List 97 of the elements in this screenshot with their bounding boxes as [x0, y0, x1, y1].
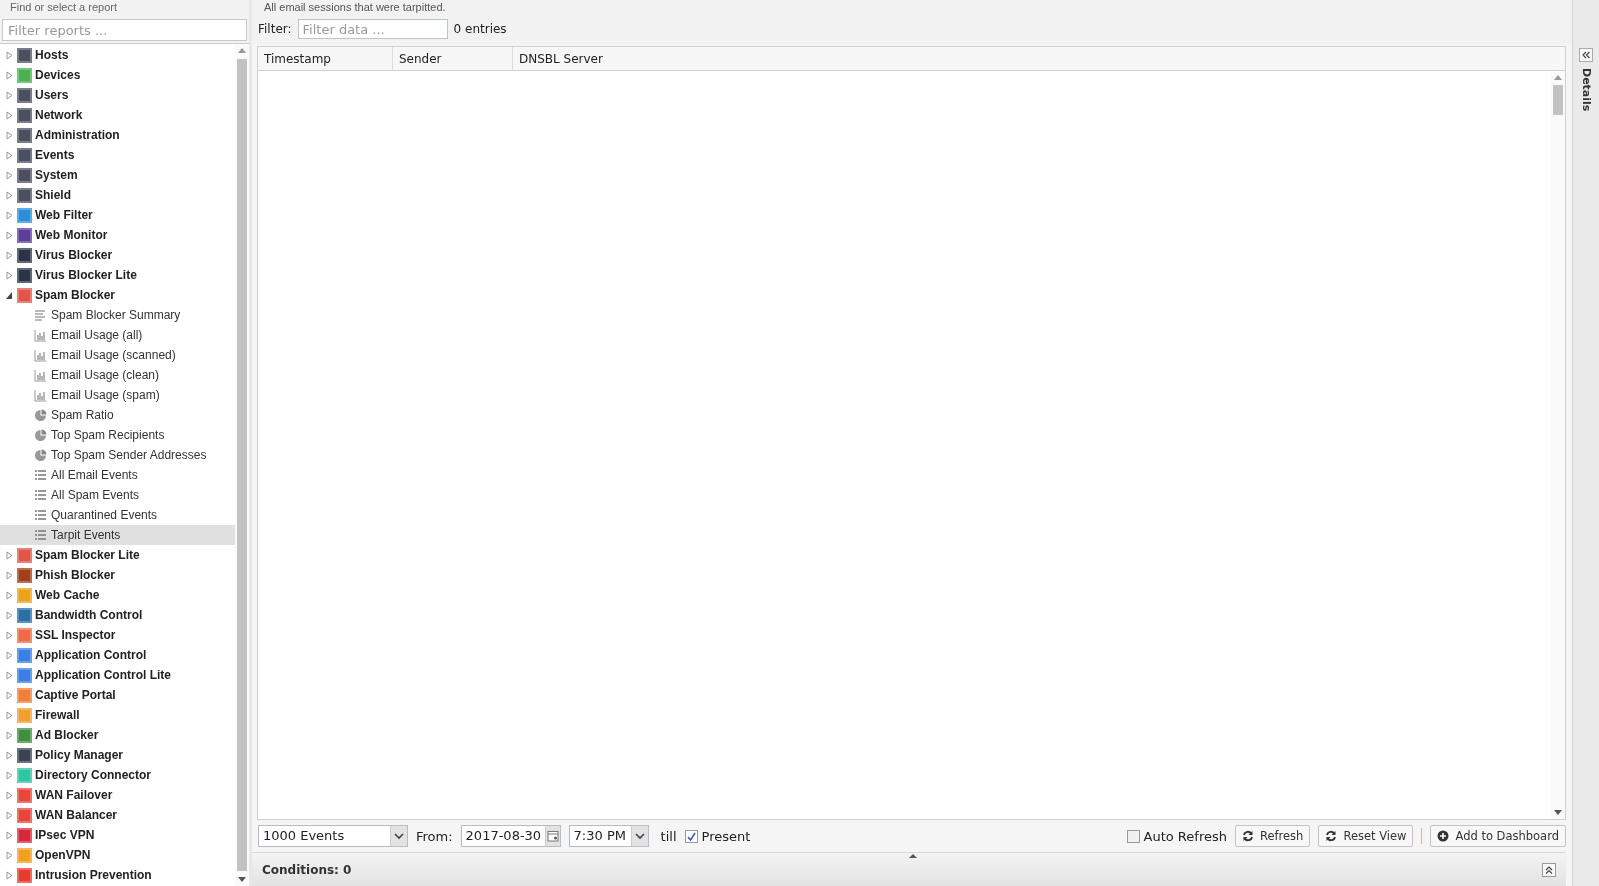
- tree-item[interactable]: Administration: [0, 125, 235, 145]
- filter-field[interactable]: Filter data ...: [297, 19, 448, 39]
- toolbar-button[interactable]: Refresh: [1234, 825, 1311, 847]
- report-item[interactable]: Spam Ratio: [0, 405, 235, 425]
- present-checkbox[interactable]: Present: [684, 828, 751, 844]
- tree-item[interactable]: Directory Connector: [0, 765, 235, 785]
- refresh-icon: [1241, 830, 1254, 842]
- list-icon: [34, 508, 47, 522]
- filter-label: Filter:: [258, 22, 292, 36]
- report-item[interactable]: Top Spam Recipients: [0, 425, 235, 445]
- caret-icon: [393, 830, 405, 842]
- calendar-icon: [546, 830, 559, 842]
- text-lines-icon: [34, 308, 47, 322]
- sidebar-heading: Find or select a report: [10, 1, 117, 13]
- search-field[interactable]: Filter reports ...: [2, 19, 247, 41]
- tree-item[interactable]: Spam Blocker Lite: [0, 545, 235, 565]
- bar-chart-icon: [34, 368, 47, 382]
- checkbox[interactable]: [684, 829, 698, 843]
- collapse-button[interactable]: [1579, 48, 1593, 62]
- details-tab[interactable]: Details: [1579, 68, 1593, 112]
- tree-item[interactable]: IPsec VPN: [0, 825, 235, 845]
- checkbox[interactable]: [1126, 829, 1140, 843]
- pie-chart-icon: [34, 448, 47, 462]
- tree-item[interactable]: Shield: [0, 185, 235, 205]
- report-item[interactable]: Email Usage (spam): [0, 385, 235, 405]
- scroll-thumb[interactable]: [1553, 85, 1563, 115]
- tree-item[interactable]: Policy Manager: [0, 745, 235, 765]
- till-label: till: [660, 828, 677, 844]
- tree-item[interactable]: Application Control: [0, 645, 235, 665]
- tree-item[interactable]: Web Filter: [0, 205, 235, 225]
- tree-item[interactable]: WAN Failover: [0, 785, 235, 805]
- bar-chart-icon: [34, 388, 47, 402]
- toolbar-button[interactable]: Add to Dashboard: [1430, 825, 1566, 847]
- scroll-thumb[interactable]: [237, 59, 247, 871]
- report-item[interactable]: All Spam Events: [0, 485, 235, 505]
- double-chevron-left-icon: [1582, 51, 1590, 59]
- refresh-icon: [1325, 830, 1338, 842]
- bar-chart-icon: [34, 348, 47, 362]
- list-icon: [34, 528, 47, 542]
- tree-item[interactable]: Web Cache: [0, 585, 235, 605]
- report-item[interactable]: All Email Events: [0, 465, 235, 485]
- tree-item[interactable]: Firewall: [0, 705, 235, 725]
- tree-item[interactable]: Users: [0, 85, 235, 105]
- scroll-up-icon: [238, 48, 246, 53]
- tree-item[interactable]: SSL Inspector: [0, 625, 235, 645]
- column-header[interactable]: DNSBL Server: [513, 47, 1565, 70]
- date-field[interactable]: 2017-08-30: [460, 825, 561, 847]
- entries-count: 0 entries: [453, 22, 507, 36]
- report-item[interactable]: Quarantined Events: [0, 505, 235, 525]
- scroll-up-icon: [1554, 75, 1562, 80]
- tree-item[interactable]: Virus Blocker Lite: [0, 265, 235, 285]
- column-header[interactable]: Timestamp: [258, 47, 393, 70]
- tree-item[interactable]: Application Control Lite: [0, 665, 235, 685]
- column-header[interactable]: Sender: [393, 47, 513, 70]
- tree-item[interactable]: Devices: [0, 65, 235, 85]
- report-item[interactable]: Email Usage (all): [0, 325, 235, 345]
- collapse-handle-icon: [909, 854, 917, 858]
- tree-item[interactable]: Virus Blocker: [0, 245, 235, 265]
- expand-button[interactable]: [1542, 862, 1556, 877]
- report-item[interactable]: Tarpit Events: [0, 525, 235, 545]
- tree-item[interactable]: WAN Balancer: [0, 805, 235, 825]
- pie-chart-icon: [34, 408, 47, 422]
- tree-item[interactable]: Ad Blocker: [0, 725, 235, 745]
- tree-item[interactable]: Phish Blocker: [0, 565, 235, 585]
- tree-item[interactable]: Intrusion Prevention: [0, 865, 235, 885]
- double-chevron-up-icon: [1545, 865, 1553, 874]
- caret-icon: [633, 830, 646, 842]
- report-item[interactable]: Email Usage (clean): [0, 365, 235, 385]
- events-dropdown[interactable]: 1000 Events: [258, 825, 408, 847]
- report-item[interactable]: Top Spam Sender Addresses: [0, 445, 235, 465]
- tree-item[interactable]: Network: [0, 105, 235, 125]
- conditions-label: Conditions: 0: [262, 862, 353, 877]
- scroll-down-icon: [1554, 810, 1562, 815]
- tree-item[interactable]: OpenVPN: [0, 845, 235, 865]
- tree-item[interactable]: Web Monitor: [0, 225, 235, 245]
- toolbar-button[interactable]: Reset View: [1318, 825, 1414, 847]
- checkmark-icon: [686, 831, 696, 841]
- report-item[interactable]: Spam Blocker Summary: [0, 305, 235, 325]
- scrollbar[interactable]: [1551, 71, 1565, 819]
- from-label: From:: [416, 828, 453, 844]
- scroll-down-icon: [238, 877, 246, 882]
- add-circle-icon: [1437, 830, 1450, 842]
- tree-item[interactable]: Captive Portal: [0, 685, 235, 705]
- bar-chart-icon: [34, 328, 47, 342]
- list-icon: [34, 468, 47, 482]
- time-dropdown[interactable]: 7:30 PM: [568, 825, 649, 847]
- list-icon: [34, 488, 47, 502]
- tree-item[interactable]: System: [0, 165, 235, 185]
- report-description: All email sessions that were tarpitted.: [264, 1, 446, 13]
- tree-item[interactable]: Events: [0, 145, 235, 165]
- scrollbar[interactable]: [235, 44, 249, 886]
- auto-refresh-checkbox[interactable]: Auto Refresh: [1126, 828, 1227, 844]
- tree-item[interactable]: Hosts: [0, 45, 235, 65]
- report-item[interactable]: Email Usage (scanned): [0, 345, 235, 365]
- tree-item[interactable]: Bandwidth Control: [0, 605, 235, 625]
- tree-item[interactable]: Spam Blocker: [0, 285, 235, 305]
- pie-chart-icon: [34, 428, 47, 442]
